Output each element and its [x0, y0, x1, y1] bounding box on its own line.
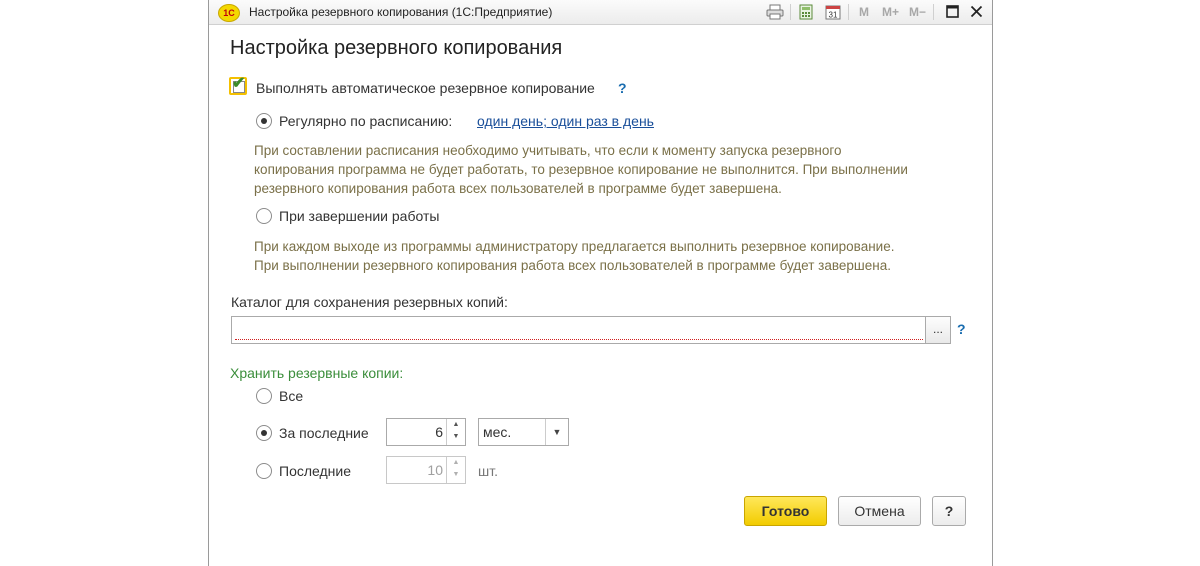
- period-unit-value: мес.: [483, 424, 512, 440]
- period-stepper[interactable]: 6 ▲ ▼: [386, 418, 466, 446]
- schedule-note-line: резервного копирования работа всех польз…: [254, 181, 782, 196]
- count-stepper[interactable]: 10 ▲ ▼: [386, 456, 466, 484]
- app-logo-icon: 1С: [218, 4, 240, 22]
- schedule-link[interactable]: один день; один раз в день: [477, 113, 654, 129]
- directory-input[interactable]: [231, 316, 927, 344]
- stepper-arrows-icon[interactable]: ▲ ▼: [446, 457, 465, 483]
- keep-period-label[interactable]: За последние: [279, 425, 369, 441]
- checkmark-icon: ✔: [232, 75, 246, 92]
- svg-text:31: 31: [829, 11, 838, 20]
- schedule-radio[interactable]: [256, 113, 272, 129]
- count-unit-label: шт.: [478, 463, 498, 479]
- required-field-underline: [235, 339, 923, 340]
- schedule-radio-label[interactable]: Регулярно по расписанию:: [279, 113, 452, 129]
- memory-minus-button[interactable]: M−: [909, 5, 926, 19]
- auto-backup-label[interactable]: Выполнять автоматическое резервное копир…: [256, 80, 595, 96]
- keep-backups-label: Хранить резервные копии:: [230, 365, 404, 381]
- on-exit-note-line: При выполнении резервного копирования ра…: [254, 258, 891, 273]
- keep-all-radio[interactable]: [256, 388, 272, 404]
- on-exit-radio[interactable]: [256, 208, 272, 224]
- calendar-icon[interactable]: 31: [825, 4, 841, 20]
- backup-settings-window: 1С Настройка резервного копирования (1С:…: [208, 0, 993, 566]
- count-value: 10: [427, 462, 443, 478]
- on-exit-note-line: При каждом выходе из программы администр…: [254, 239, 895, 254]
- keep-all-label[interactable]: Все: [279, 388, 303, 404]
- help-button[interactable]: ?: [932, 496, 966, 526]
- close-icon[interactable]: [970, 5, 983, 22]
- toolbar-separator: [848, 4, 849, 20]
- period-value: 6: [435, 424, 443, 440]
- schedule-note: При составлении расписания необходимо уч…: [254, 141, 908, 198]
- on-exit-note: При каждом выходе из программы администр…: [254, 237, 894, 275]
- stepper-arrows-icon[interactable]: ▲ ▼: [446, 419, 465, 445]
- browse-directory-button[interactable]: ...: [925, 316, 951, 344]
- toolbar-separator: [790, 4, 791, 20]
- calculator-icon[interactable]: [798, 4, 814, 20]
- on-exit-radio-label[interactable]: При завершении работы: [279, 208, 439, 224]
- memory-m-button[interactable]: M: [859, 5, 869, 19]
- maximize-icon[interactable]: [946, 5, 959, 22]
- directory-help-icon[interactable]: ?: [957, 321, 966, 337]
- page-title: Настройка резервного копирования: [230, 37, 563, 59]
- cancel-button[interactable]: Отмена: [838, 496, 921, 526]
- window-title: Настройка резервного копирования (1С:Пре…: [249, 5, 553, 19]
- auto-backup-checkbox[interactable]: ✔: [229, 75, 247, 95]
- title-bar: 1С Настройка резервного копирования (1С:…: [209, 0, 992, 25]
- auto-backup-help-icon[interactable]: ?: [618, 80, 627, 96]
- period-unit-select[interactable]: мес. ▼: [478, 418, 569, 446]
- schedule-note-line: При составлении расписания необходимо уч…: [254, 143, 842, 158]
- keep-period-radio[interactable]: [256, 425, 272, 441]
- memory-plus-button[interactable]: M+: [882, 5, 899, 19]
- print-icon[interactable]: [766, 4, 784, 20]
- keep-count-label[interactable]: Последние: [279, 463, 351, 479]
- toolbar-separator: [933, 4, 934, 20]
- schedule-note-line: копирования программа не будет работать,…: [254, 162, 908, 177]
- chevron-down-icon[interactable]: ▼: [545, 419, 568, 445]
- directory-label: Каталог для сохранения резервных копий:: [231, 294, 508, 310]
- done-button[interactable]: Готово: [744, 496, 827, 526]
- keep-count-radio[interactable]: [256, 463, 272, 479]
